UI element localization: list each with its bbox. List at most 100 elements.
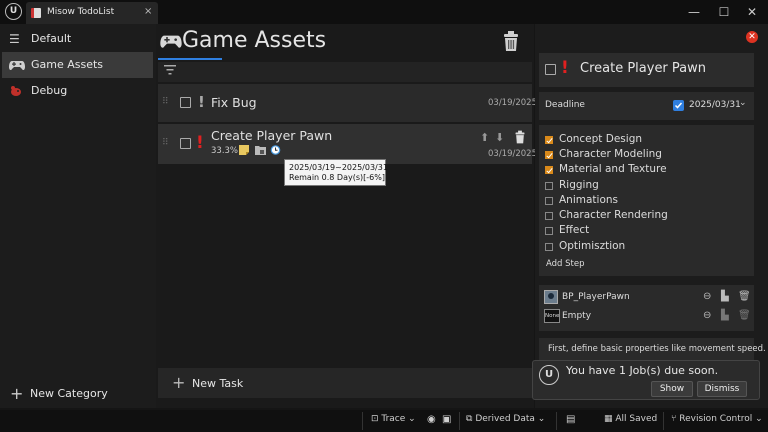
detail-checkbox[interactable] (545, 64, 556, 75)
divider (362, 412, 363, 430)
close-window-button[interactable]: ✕ (742, 3, 762, 21)
derived-data-dropdown[interactable]: ⧉ Derived Data ⌄ (466, 414, 545, 424)
priority-icon: ! (561, 58, 569, 78)
browse-asset-icon[interactable]: ⊖ (703, 311, 713, 321)
notification-text: You have 1 Job(s) due soon. (566, 364, 719, 377)
content-icon[interactable]: ▤ (566, 414, 575, 425)
close-panel-icon[interactable]: ✕ (746, 31, 758, 43)
delete-asset-icon[interactable]: 🗑 (738, 311, 751, 321)
deadline-value[interactable]: 2025/03/31 (689, 100, 741, 110)
save-status[interactable]: ▦ All Saved (604, 414, 657, 424)
alarm-clock-icon[interactable] (270, 144, 281, 158)
task-detail-panel: ✕ ! Create Player Pawn Deadline 2025/03/… (535, 24, 768, 408)
bug-icon (9, 85, 23, 97)
deadline-row: Deadline 2025/03/31 ⌄ (539, 92, 754, 120)
gamepad-icon (160, 33, 182, 54)
filter-icon[interactable] (164, 65, 176, 78)
drag-handle-icon[interactable]: ⠿ (162, 138, 169, 148)
step-checkbox[interactable] (545, 197, 553, 205)
task-row[interactable]: ⠿ ! Create Player Pawn 33.3% ⬆ ⬇ 03/19/2… (158, 124, 537, 164)
sidebar-item-debug[interactable]: Debug (2, 78, 153, 104)
drag-handle-icon[interactable]: ⠿ (162, 97, 169, 107)
screenshot-icon[interactable]: ▣ (442, 414, 451, 425)
record-icon[interactable]: ◉ (427, 414, 436, 425)
trace-dropdown[interactable]: ⊡ Trace ⌄ (371, 414, 416, 424)
minimize-button[interactable]: — (684, 3, 704, 21)
tab-close-icon[interactable]: × (144, 6, 152, 17)
deadline-label: Deadline (545, 100, 585, 110)
tooltip-range: 2025/03/19~2025/03/31 (289, 163, 388, 172)
step-label: Material and Texture (559, 163, 667, 175)
tooltip-remain: Remain 0.8 Day(s)[-6%] (289, 173, 385, 182)
plus-icon: + (172, 373, 186, 392)
task-row[interactable]: ⠿ ! Fix Bug 03/19/2025 (158, 84, 537, 122)
step-label: Concept Design (559, 133, 643, 145)
due-notification: U You have 1 Job(s) due soon. Show Dismi… (532, 360, 760, 400)
assets-list: BP_PlayerPawn ⊖ ▙ 🗑 None Empty ⊖ ▙ 🗑 (539, 285, 754, 331)
sidebar-item-label: Default (31, 32, 72, 45)
task-title: Fix Bug (211, 95, 257, 110)
trash-icon[interactable] (502, 30, 520, 52)
new-category-label: New Category (30, 387, 108, 400)
sidebar-item-game-assets[interactable]: Game Assets (2, 52, 153, 78)
move-down-icon[interactable]: ⬇ (495, 131, 504, 144)
status-bar: ⊡ Trace ⌄ ◉ ▣ ⧉ Derived Data ⌄ ▤ ▦ All S… (0, 410, 768, 432)
folder-icon[interactable]: ▙ (721, 292, 731, 302)
add-step-button[interactable]: Add Step (546, 259, 585, 269)
revision-control-label: Revision Control (679, 414, 753, 424)
tab-title: Misow TodoList (47, 7, 115, 17)
delete-asset-icon[interactable]: 🗑 (738, 292, 751, 302)
chevron-down-icon[interactable]: ⌄ (739, 98, 747, 108)
folder-icon[interactable]: ▙ (721, 311, 731, 321)
trace-label: Trace (381, 414, 406, 424)
step-label: Optimisztion (559, 240, 626, 252)
page-title: Game Assets (182, 28, 327, 53)
asset-thumbnail: None (544, 309, 560, 323)
show-button[interactable]: Show (651, 381, 693, 397)
new-task-label: New Task (192, 377, 244, 390)
revision-control-dropdown[interactable]: ⑂ Revision Control ⌄ (671, 414, 763, 424)
new-task-button[interactable]: + New Task (158, 368, 532, 398)
asset-thumbnail (544, 290, 558, 304)
all-saved-label: All Saved (615, 414, 658, 424)
browse-asset-icon[interactable]: ⊖ (703, 292, 713, 302)
task-checkbox[interactable] (180, 138, 191, 149)
priority-icon: ! (196, 133, 204, 153)
step-checkbox[interactable] (545, 243, 553, 251)
unreal-logo-icon: U (5, 3, 22, 20)
step-label: Rigging (559, 179, 599, 191)
move-up-icon[interactable]: ⬆ (480, 131, 489, 144)
step-checkbox[interactable] (545, 166, 553, 174)
task-date: 03/19/2025 (488, 149, 537, 159)
folder-icon[interactable] (255, 145, 266, 158)
delete-task-icon[interactable] (514, 130, 526, 147)
filter-bar (158, 62, 532, 82)
asset-name[interactable]: BP_PlayerPawn (562, 292, 630, 302)
step-label: Character Modeling (559, 148, 662, 160)
detail-header: ! Create Player Pawn (539, 53, 754, 87)
description-box[interactable]: First, define basic properties like move… (539, 338, 766, 360)
step-checkbox[interactable] (545, 182, 553, 190)
derived-data-label: Derived Data (475, 414, 535, 424)
task-date: 03/19/2025 (488, 98, 537, 108)
derived-data-icon: ⧉ (466, 414, 473, 424)
window-tab[interactable]: Misow TodoList × (26, 2, 158, 24)
step-checkbox[interactable] (545, 227, 553, 235)
task-checkbox[interactable] (180, 97, 191, 108)
dismiss-button[interactable]: Dismiss (697, 381, 747, 397)
step-label: Effect (559, 224, 590, 236)
step-checkbox[interactable] (545, 136, 553, 144)
note-icon[interactable] (238, 144, 250, 158)
deadline-checkbox[interactable] (673, 100, 684, 111)
plus-icon: + (10, 384, 24, 403)
hamburger-icon: ☰ (9, 32, 20, 46)
step-checkbox[interactable] (545, 212, 553, 220)
priority-icon: ! (198, 93, 205, 111)
maximize-button[interactable]: ☐ (714, 3, 734, 21)
new-category-button[interactable]: + New Category (2, 382, 153, 406)
sidebar-item-default[interactable]: ☰ Default (2, 26, 153, 52)
asset-name[interactable]: Empty (562, 311, 591, 321)
step-checkbox[interactable] (545, 151, 553, 159)
title-bar: U Misow TodoList × — ☐ ✕ (0, 0, 768, 24)
detail-title: Create Player Pawn (580, 61, 707, 76)
